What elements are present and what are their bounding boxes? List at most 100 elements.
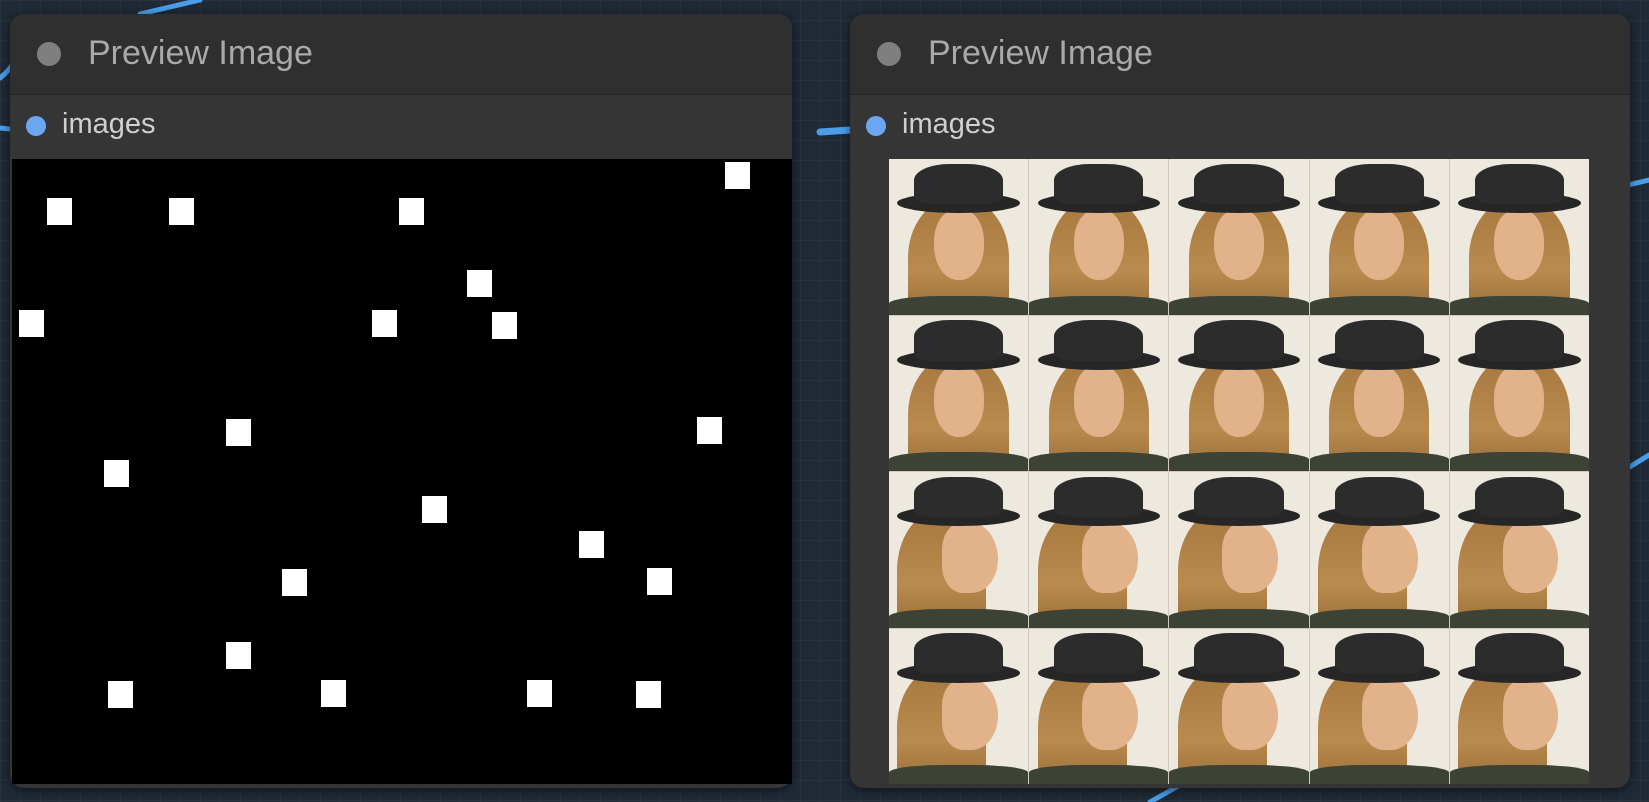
grid-image-tile xyxy=(1029,628,1169,784)
mask-square xyxy=(467,270,492,297)
face-shape xyxy=(1354,365,1405,437)
shoulders-shape xyxy=(1169,452,1309,471)
grid-image-tile xyxy=(1029,472,1169,628)
input-slot-label: images xyxy=(902,108,996,140)
grid-image-tile xyxy=(889,472,1029,628)
shoulders-shape xyxy=(1029,295,1169,315)
wire-right-edge-top xyxy=(1625,177,1649,188)
hat-crown-shape xyxy=(1054,320,1144,361)
mask-square xyxy=(422,496,447,523)
mask-square xyxy=(108,681,133,708)
grid-image-tile xyxy=(889,315,1029,471)
input-slot-dot-icon[interactable] xyxy=(866,116,886,136)
collapse-dot-icon[interactable] xyxy=(877,42,901,66)
face-shape xyxy=(1073,208,1124,281)
grid-image-tile xyxy=(1169,159,1309,315)
grid-image-tile xyxy=(1449,628,1589,784)
mask-square xyxy=(321,680,346,707)
grid-image-tile xyxy=(1029,159,1169,315)
mask-square xyxy=(226,419,251,446)
grid-image-tile xyxy=(1449,472,1589,628)
shoulders-shape xyxy=(1449,295,1589,315)
mask-square xyxy=(725,162,750,189)
image-grid-preview xyxy=(889,159,1589,784)
hat-crown-shape xyxy=(1194,476,1284,518)
wire-right-slot xyxy=(816,126,854,136)
face-shape xyxy=(941,521,998,594)
hat-crown-shape xyxy=(1474,633,1564,674)
face-shape xyxy=(1073,365,1124,437)
face-shape xyxy=(1362,678,1419,750)
face-shape xyxy=(1362,521,1419,594)
hat-crown-shape xyxy=(914,476,1004,518)
input-slot-images[interactable]: images xyxy=(850,95,1630,157)
hat-crown-shape xyxy=(1474,320,1564,361)
mask-square xyxy=(169,198,194,225)
grid-image-tile xyxy=(889,159,1029,315)
shoulders-shape xyxy=(889,452,1029,471)
hat-crown-shape xyxy=(1194,163,1284,205)
face-shape xyxy=(1213,208,1265,281)
hat-crown-shape xyxy=(1334,163,1424,205)
shoulders-shape xyxy=(1309,765,1449,784)
shoulders-shape xyxy=(1449,765,1589,784)
input-slot-dot-icon[interactable] xyxy=(26,116,46,136)
node-title: Preview Image xyxy=(88,34,313,72)
shoulders-shape xyxy=(1449,608,1589,628)
shoulders-shape xyxy=(1309,452,1449,471)
mask-square xyxy=(579,531,604,558)
shoulders-shape xyxy=(889,295,1029,315)
hat-crown-shape xyxy=(914,633,1004,674)
face-shape xyxy=(1502,521,1559,594)
mask-square xyxy=(282,569,307,596)
face-shape xyxy=(1502,678,1559,750)
grid-image-tile xyxy=(1309,628,1449,784)
face-shape xyxy=(1494,208,1545,281)
hat-crown-shape xyxy=(1194,633,1284,674)
mask-square xyxy=(527,680,552,707)
shoulders-shape xyxy=(889,608,1029,628)
preview-image-node-left[interactable]: Preview Image images xyxy=(10,14,792,788)
shoulders-shape xyxy=(1029,608,1169,628)
collapse-dot-icon[interactable] xyxy=(37,42,61,66)
face-shape xyxy=(1494,365,1545,437)
shoulders-shape xyxy=(1449,452,1589,471)
preview-image-node-right[interactable]: Preview Image images xyxy=(850,14,1630,788)
grid-image-tile xyxy=(1309,472,1449,628)
hat-crown-shape xyxy=(1054,476,1144,518)
mask-square xyxy=(226,642,251,669)
shoulders-shape xyxy=(1169,765,1309,784)
shoulders-shape xyxy=(1169,608,1309,628)
wire-top xyxy=(137,0,203,17)
mask-square xyxy=(492,312,517,339)
shoulders-shape xyxy=(1309,608,1449,628)
face-shape xyxy=(1082,521,1138,594)
face-shape xyxy=(933,208,984,281)
hat-crown-shape xyxy=(1334,320,1424,361)
shoulders-shape xyxy=(1169,295,1309,315)
mask-square xyxy=(19,310,44,337)
input-slot-images[interactable]: images xyxy=(10,95,792,157)
grid-image-tile xyxy=(1309,315,1449,471)
grid-image-tile xyxy=(1029,315,1169,471)
face-shape xyxy=(1213,365,1265,437)
node-title-bar[interactable]: Preview Image xyxy=(10,14,792,95)
face-shape xyxy=(1354,208,1405,281)
mask-square xyxy=(104,460,129,487)
hat-crown-shape xyxy=(1334,476,1424,518)
grid-image-tile xyxy=(1169,472,1309,628)
hat-crown-shape xyxy=(914,163,1004,205)
shoulders-shape xyxy=(889,765,1029,784)
hat-crown-shape xyxy=(1054,163,1144,205)
grid-image-tile xyxy=(1449,315,1589,471)
mask-square xyxy=(697,417,722,444)
node-title-bar[interactable]: Preview Image xyxy=(850,14,1630,95)
grid-image-tile xyxy=(889,628,1029,784)
wire-right-edge-mid xyxy=(1625,452,1649,471)
mask-square xyxy=(636,681,661,708)
hat-crown-shape xyxy=(1334,633,1424,674)
shoulders-shape xyxy=(1029,765,1169,784)
mask-square xyxy=(372,310,397,337)
face-shape xyxy=(1222,521,1278,594)
face-shape xyxy=(1222,678,1278,750)
